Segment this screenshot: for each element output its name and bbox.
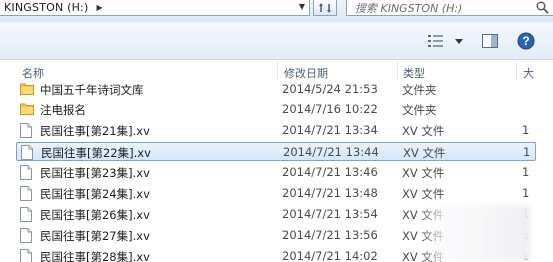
preview-pane-button[interactable] <box>479 31 501 51</box>
document-icon <box>20 186 34 201</box>
list-item[interactable]: 民国往事[第22集].xv 2014/7/21 13:44 XV 文件 1 <box>16 142 536 161</box>
file-date: 2014/7/16 10:22 <box>282 102 378 116</box>
file-name: 民国往事[第28集].xv <box>40 250 150 262</box>
file-type: XV 文件 <box>402 166 445 180</box>
search-icon[interactable] <box>536 1 549 14</box>
blurred-region <box>420 205 530 262</box>
change-view-button[interactable] <box>427 31 465 51</box>
file-type: 文件夹 <box>402 83 437 97</box>
refresh-icon <box>319 2 331 13</box>
file-name: 民国往事[第23集].xv <box>40 166 150 180</box>
column-header-row: 名称 修改日期 类型 大 <box>0 60 553 82</box>
column-header-type[interactable]: 类型 <box>403 65 425 81</box>
file-size: 1 <box>523 145 531 159</box>
address-path[interactable]: KINGSTON (H:) <box>4 1 88 14</box>
address-dropdown-icon[interactable]: ▼ <box>299 2 305 11</box>
file-name: 民国往事[第22集].xv <box>41 146 151 160</box>
file-date: 2014/7/21 14:02 <box>282 249 378 262</box>
document-icon <box>20 228 34 243</box>
file-date: 2014/7/21 13:44 <box>283 145 379 159</box>
preview-pane-icon <box>482 34 498 48</box>
list-item[interactable]: 民国往事[第24集].xv 2014/7/21 13:48 XV 文件 1 <box>16 184 536 203</box>
file-date: 2014/5/24 21:53 <box>282 82 378 96</box>
search-box[interactable]: 搜索 KINGSTON (H:) <box>346 0 553 16</box>
file-name: 民国往事[第24集].xv <box>40 187 150 201</box>
document-icon <box>20 123 34 138</box>
list-item[interactable]: 注电报名 2014/7/16 10:22 文件夹 <box>16 100 536 119</box>
list-item[interactable]: 民国往事[第21集].xv 2014/7/21 13:34 XV 文件 1 <box>16 121 536 140</box>
file-type: XV 文件 <box>403 146 446 160</box>
address-bar[interactable]: KINGSTON (H:) ▶ ▼ <box>0 0 310 16</box>
file-name: 民国往事[第26集].xv <box>40 208 150 222</box>
column-header-size[interactable]: 大 <box>523 65 534 81</box>
command-bar: ? <box>0 22 553 60</box>
file-name: 民国往事[第27集].xv <box>40 229 150 243</box>
column-header-name[interactable]: 名称 <box>22 65 44 81</box>
file-date: 2014/7/21 13:46 <box>282 165 378 179</box>
breadcrumb-arrow-icon[interactable]: ▶ <box>96 3 102 12</box>
search-placeholder: 搜索 KINGSTON (H:) <box>355 1 463 15</box>
navigation-bar: KINGSTON (H:) ▶ ▼ 搜索 KINGSTON (H:) <box>0 0 553 22</box>
column-divider[interactable] <box>277 62 278 80</box>
file-type: XV 文件 <box>402 187 445 201</box>
document-icon <box>20 249 34 262</box>
file-date: 2014/7/21 13:54 <box>282 207 378 221</box>
file-name: 中国五千年诗词文库 <box>40 83 144 97</box>
list-item[interactable]: 民国往事[第23集].xv 2014/7/21 13:46 XV 文件 1 <box>16 163 536 182</box>
file-size: 1 <box>522 123 530 137</box>
file-name: 民国往事[第21集].xv <box>40 124 150 138</box>
folder-icon <box>20 102 34 117</box>
list-item[interactable]: 中国五千年诗词文库 2014/5/24 21:53 文件夹 <box>16 80 536 99</box>
column-divider[interactable] <box>397 62 398 80</box>
refresh-button[interactable] <box>313 0 337 16</box>
details-view-icon <box>428 35 443 47</box>
file-size: 1 <box>522 186 530 200</box>
file-name: 注电报名 <box>40 103 86 117</box>
document-icon <box>20 165 34 180</box>
file-size: 1 <box>522 165 530 179</box>
column-header-date[interactable]: 修改日期 <box>284 65 328 81</box>
file-date: 2014/7/21 13:34 <box>282 123 378 137</box>
help-button[interactable]: ? <box>515 31 537 51</box>
svg-text:?: ? <box>522 34 529 48</box>
view-dropdown-icon <box>455 39 463 44</box>
folder-icon <box>20 82 34 97</box>
file-type: XV 文件 <box>402 124 445 138</box>
file-date: 2014/7/21 13:48 <box>282 186 378 200</box>
document-icon <box>21 145 35 160</box>
file-type: 文件夹 <box>402 103 437 117</box>
column-divider[interactable] <box>516 62 517 80</box>
document-icon <box>20 207 34 222</box>
help-icon: ? <box>517 32 535 50</box>
file-date: 2014/7/21 13:56 <box>282 228 378 242</box>
